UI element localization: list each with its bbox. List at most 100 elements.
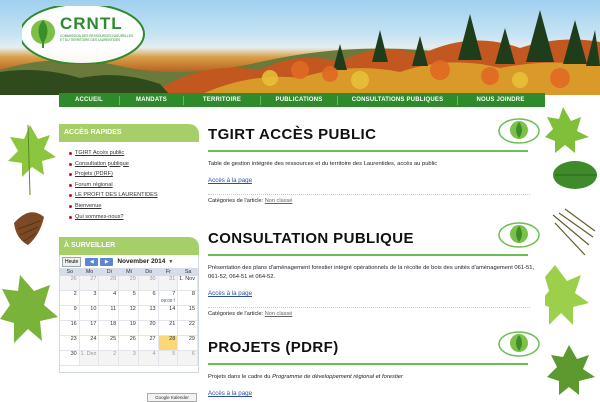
calendar-day-cell[interactable]: 25 <box>99 336 120 352</box>
nav-item-nous-joindre[interactable]: NOUS JOINDRE <box>458 97 543 103</box>
calendar-day-number: 9 <box>73 306 77 313</box>
calendar-next-icon[interactable]: ▶ <box>100 257 114 266</box>
calendar-day-number: 7 <box>172 291 176 298</box>
calendar-today-button[interactable]: Heute <box>62 256 82 267</box>
category-link[interactable]: Non classé <box>265 311 293 317</box>
calendar-day-cell[interactable]: 11 <box>99 306 120 322</box>
calendar-day-cell[interactable]: 30 <box>138 276 159 292</box>
google-calendar-badge[interactable]: Google Kalender <box>147 393 197 402</box>
calendar-day-cell[interactable]: 21 <box>158 321 179 337</box>
post-read-link[interactable]: Accès à la page <box>208 290 252 297</box>
post-excerpt: Table de gestion intégrée des ressources… <box>208 160 544 169</box>
quick-link-tgirt[interactable]: TGIRT Accès public <box>75 150 124 156</box>
maple-leaves-decoration-right <box>545 107 597 395</box>
calendar-day-cell[interactable]: 26 <box>60 276 80 292</box>
calendar-day-number: 8 <box>191 291 195 298</box>
quick-link[interactable]: Bienvenue <box>69 201 199 212</box>
calendar-day-cell[interactable]: 2 <box>60 291 80 307</box>
main-content: TGIRT ACCÈS PUBLIC Table de gestion inté… <box>208 116 544 400</box>
calendar-day-cell[interactable]: 27 <box>79 276 100 292</box>
calendar-event[interactable]: 09:00 f <box>160 298 177 303</box>
calendar-day-number: 30 <box>149 276 156 283</box>
calendar-day-number: 4 <box>152 351 156 358</box>
calendar-day-cell[interactable]: 28 <box>158 336 179 352</box>
calendar-day-cell[interactable]: 3 <box>79 291 100 307</box>
calendar-day-cell[interactable]: 16 <box>60 321 80 337</box>
calendar-day-number: 19 <box>129 321 136 328</box>
calendar-day-cell[interactable]: 12 <box>119 306 139 322</box>
nav-item-accueil[interactable]: ACCUEIL <box>59 97 119 103</box>
watch-heading: À SURVEILLER <box>59 237 199 256</box>
calendar-day-cell[interactable]: 7 09:00 f <box>158 291 179 307</box>
category-label: Catégories de l'article: <box>208 311 264 317</box>
quick-link[interactable]: Forum régional <box>69 180 199 191</box>
post-title[interactable]: TGIRT ACCÈS PUBLIC <box>208 116 544 146</box>
quick-link[interactable]: TGIRT Accès public <box>69 148 199 159</box>
nav-item-mandats[interactable]: MANDATS <box>120 97 183 103</box>
calendar-day-cell[interactable]: 8 <box>178 291 198 307</box>
calendar-day-cell[interactable]: 2 <box>99 351 120 367</box>
category-link[interactable]: Non classé <box>265 198 293 204</box>
calendar-day-cell[interactable]: 4 <box>99 291 120 307</box>
calendar-day-cell[interactable]: 27 <box>138 336 159 352</box>
nav-item-publications[interactable]: PUBLICATIONS <box>261 97 337 103</box>
nav-item-territoire[interactable]: TERRITOIRE <box>184 97 260 103</box>
calendar-day-cell[interactable]: 19 <box>119 321 139 337</box>
quick-link-qui-sommes-nous[interactable]: Qui sommes-nous? <box>75 214 124 220</box>
calendar-day-cell[interactable]: 10 <box>79 306 100 322</box>
calendar-day-cell[interactable]: 1. Dez <box>79 351 100 367</box>
quick-link-profit[interactable]: LE PROFIT DES LAURENTIDES <box>75 192 158 198</box>
calendar-day-cell[interactable]: 22 <box>178 321 198 337</box>
nav-item-consultations[interactable]: CONSULTATIONS PUBLIQUES <box>338 97 457 103</box>
calendar-day-cell[interactable]: 5 <box>119 291 139 307</box>
calendar-day-cell[interactable]: 15 <box>178 306 198 322</box>
calendar-day-cell[interactable]: 17 <box>79 321 100 337</box>
quick-link-projets[interactable]: Projets (PDRF) <box>75 171 113 177</box>
quick-link[interactable]: Consultation publique <box>69 159 199 170</box>
calendar-day-cell[interactable]: 6 <box>138 291 159 307</box>
post-title[interactable]: PROJETS (PDRF) <box>208 329 544 359</box>
quick-link-forum[interactable]: Forum régional <box>75 182 113 188</box>
post-read-link[interactable]: Accès à la page <box>208 390 252 397</box>
title-rule <box>208 254 528 256</box>
calendar-day-cell[interactable]: 9 <box>60 306 80 322</box>
calendar-day-cell[interactable]: 28 <box>99 276 120 292</box>
quick-link[interactable]: Qui sommes-nous? <box>69 212 199 223</box>
brand-logo[interactable]: CRNTL COMMISSION DES RESSOURCES NATURELL… <box>22 6 150 64</box>
calendar-dropdown-icon[interactable]: ▼ <box>168 259 173 265</box>
calendar-day-number: 4 <box>113 291 117 298</box>
quick-link[interactable]: Projets (PDRF) <box>69 169 199 180</box>
calendar-day-number: 18 <box>110 321 117 328</box>
calendar-day-cell[interactable]: 29 <box>178 336 198 352</box>
calendar-grid: So Mo Di Mi Do Fr Sa 26 27 28 29 30 31 1. Nov 2 3 4 5 6 7 09… <box>60 268 198 367</box>
calendar-day-number: 11 <box>110 306 117 313</box>
quick-link-consultation[interactable]: Consultation publique <box>75 161 129 167</box>
calendar-day-cell[interactable]: 1. Nov <box>178 276 198 292</box>
calendar-day-cell[interactable]: 26 <box>119 336 139 352</box>
calendar-day-cell[interactable]: 23 <box>60 336 80 352</box>
post-read-link[interactable]: Accès à la page <box>208 177 252 184</box>
calendar-toolbar: Heute ◀ ▶ November 2014 ▼ <box>60 255 198 269</box>
calendar-day-number: 12 <box>129 306 136 313</box>
calendar-day-cell[interactable]: 30 <box>60 351 80 367</box>
logo-subtitle-2: ET DU TERRITOIRE DES LAURENTIDES <box>60 38 121 42</box>
quick-link-bienvenue[interactable]: Bienvenue <box>75 203 101 209</box>
calendar-day-cell[interactable]: 3 <box>119 351 139 367</box>
post-title[interactable]: CONSULTATION PUBLIQUE <box>208 220 544 250</box>
calendar-day-cell[interactable]: 29 <box>119 276 139 292</box>
post-category: Catégories de l'article: Non classé <box>208 194 530 204</box>
calendar-day-cell[interactable]: 5 <box>158 351 179 367</box>
calendar-day-cell[interactable]: 13 <box>138 306 159 322</box>
calendar-day-cell[interactable]: 20 <box>138 321 159 337</box>
calendar-day-cell[interactable]: 31 <box>158 276 179 292</box>
quick-link[interactable]: LE PROFIT DES LAURENTIDES <box>69 190 199 201</box>
calendar-day-cell[interactable]: 6 <box>178 351 198 367</box>
calendar-day-cell[interactable]: 14 <box>158 306 179 322</box>
calendar-day-number: 1. Dez <box>80 351 97 358</box>
post-excerpt-text: Présentation des plans d'aménagement for… <box>208 265 535 280</box>
calendar-day-cell[interactable]: 4 <box>138 351 159 367</box>
calendar-day-cell[interactable]: 24 <box>79 336 100 352</box>
calendar-prev-icon[interactable]: ◀ <box>85 257 99 266</box>
post-projets: PROJETS (PDRF) Projets dans le cadre du … <box>208 329 544 400</box>
calendar-day-cell[interactable]: 18 <box>99 321 120 337</box>
